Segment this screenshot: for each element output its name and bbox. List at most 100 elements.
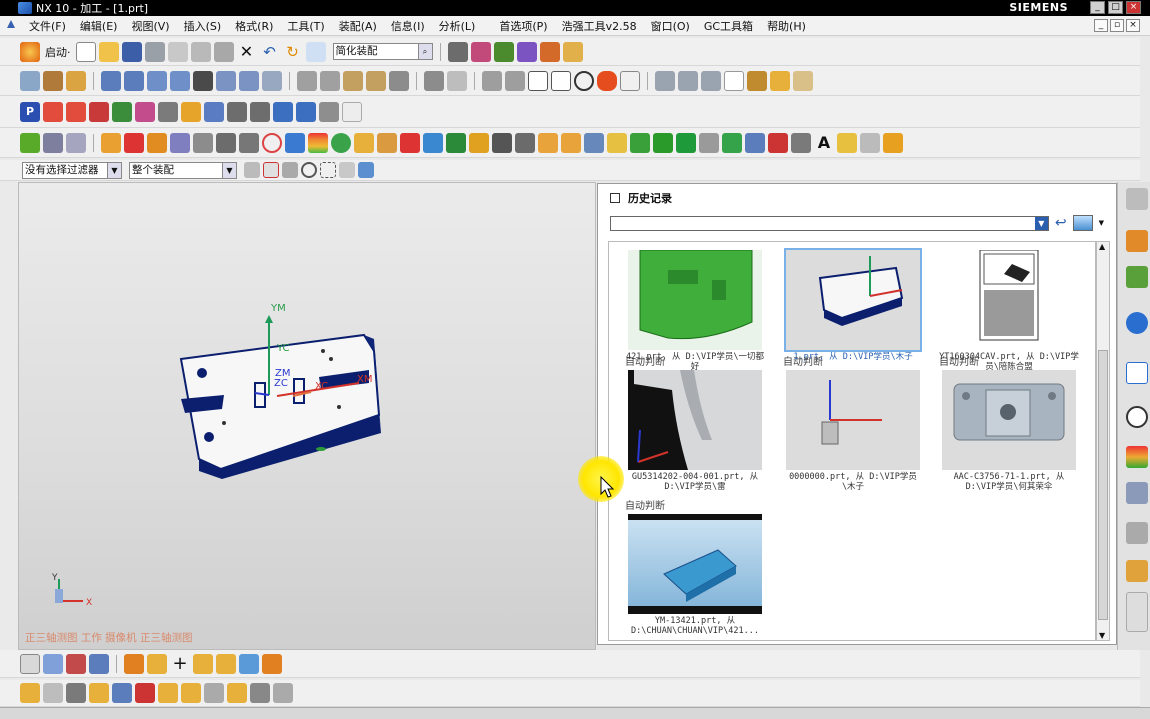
wave-icon[interactable] bbox=[470, 41, 491, 62]
curve-icon[interactable] bbox=[342, 101, 362, 122]
trim-icon[interactable] bbox=[469, 132, 489, 153]
open-folder-icon[interactable] bbox=[98, 41, 119, 62]
table-icon[interactable] bbox=[89, 101, 109, 122]
cavity-mill-icon[interactable] bbox=[66, 683, 86, 703]
sequence-icon[interactable] bbox=[320, 70, 340, 91]
history-item[interactable]: 自动判断 GU5314202-004-001.prt, 从 D:\VIP学员\雷 bbox=[625, 356, 765, 492]
green-rect-icon[interactable] bbox=[676, 132, 696, 153]
clearance-icon[interactable] bbox=[366, 70, 386, 91]
menu-help[interactable]: 帮助(H) bbox=[760, 18, 813, 34]
gate-icon[interactable] bbox=[262, 132, 282, 153]
menu-format[interactable]: 格式(R) bbox=[228, 18, 280, 34]
system-materials-icon[interactable] bbox=[1126, 522, 1148, 544]
general-selection-icon[interactable] bbox=[244, 162, 260, 178]
circle-icon[interactable] bbox=[574, 70, 594, 91]
search-icon[interactable]: ⌕ bbox=[417, 44, 432, 59]
maximize-button[interactable]: □ bbox=[1108, 1, 1123, 14]
back-arrow-icon[interactable]: ↩ bbox=[1055, 215, 1067, 231]
check-icon[interactable] bbox=[20, 132, 40, 153]
palette-icon[interactable] bbox=[1126, 446, 1148, 468]
gear-icon[interactable] bbox=[1126, 188, 1148, 210]
resource-scroll-icon[interactable] bbox=[1126, 592, 1148, 632]
fast-forward-icon[interactable] bbox=[701, 70, 721, 91]
pattern-icon[interactable] bbox=[170, 70, 190, 91]
tool-icon[interactable] bbox=[607, 132, 627, 153]
graphics-window[interactable]: YM YC XC ZM ZC XM Y X 正三轴测图 工作 摄像机 正三轴测图 bbox=[18, 182, 596, 650]
explode-icon[interactable] bbox=[193, 70, 213, 91]
cut-region-icon[interactable] bbox=[135, 683, 155, 703]
symbol-icon[interactable] bbox=[181, 101, 201, 122]
web-browser-icon[interactable] bbox=[1126, 560, 1148, 582]
assembly-navigator-icon[interactable] bbox=[20, 70, 40, 91]
hatch-icon[interactable] bbox=[528, 70, 548, 91]
object-icon[interactable] bbox=[227, 683, 247, 703]
step-icon[interactable] bbox=[678, 70, 698, 91]
save-icon[interactable] bbox=[121, 41, 142, 62]
chevron-down-icon[interactable]: ▼ bbox=[1099, 219, 1104, 227]
hole-icon[interactable] bbox=[561, 132, 581, 153]
type-filter-combo[interactable]: 没有选择过滤器 ▼ bbox=[22, 161, 122, 179]
tag-icon[interactable] bbox=[791, 132, 811, 153]
cut-icon[interactable] bbox=[167, 41, 188, 62]
assembly-navigator-tab-icon[interactable] bbox=[1126, 230, 1148, 252]
post-process-icon[interactable] bbox=[239, 653, 259, 674]
menu-haoqiang-tools[interactable]: 浩强工具v2.58 bbox=[555, 18, 644, 34]
transform-icon[interactable] bbox=[158, 683, 178, 703]
part-navigator-tab-icon[interactable] bbox=[1126, 266, 1148, 288]
edit-icon[interactable] bbox=[112, 683, 132, 703]
start-icon[interactable] bbox=[20, 41, 40, 62]
history-item[interactable]: 自动判断 AAC-C3756-71-1.prt, 从 D:\VIP学员\何其荣伞 bbox=[939, 356, 1079, 492]
model-view[interactable]: YM YC XC ZM ZC XM Y X bbox=[19, 183, 597, 651]
cavity-layout-icon[interactable] bbox=[170, 132, 190, 153]
shop-doc-icon[interactable] bbox=[262, 653, 282, 674]
add-component-icon[interactable] bbox=[43, 70, 63, 91]
block-icon[interactable] bbox=[204, 683, 224, 703]
green-cylinder-icon[interactable] bbox=[653, 132, 673, 153]
arrangement-icon[interactable] bbox=[424, 70, 444, 91]
chevron-down-icon[interactable]: ▼ bbox=[107, 162, 121, 178]
standard-part-icon[interactable] bbox=[216, 132, 236, 153]
datum-plane-icon[interactable] bbox=[250, 101, 270, 122]
snap-point-icon[interactable] bbox=[263, 162, 279, 178]
undo-icon[interactable]: ↶ bbox=[260, 42, 280, 62]
spray-icon[interactable] bbox=[584, 132, 604, 153]
history-item[interactable]: 421.prt, 从 D:\VIP学员\一切都好 bbox=[625, 242, 765, 372]
machine-tool-icon[interactable] bbox=[20, 683, 40, 703]
replace-component-icon[interactable] bbox=[239, 70, 259, 91]
close-button[interactable]: × bbox=[1126, 1, 1141, 14]
pmi-icon[interactable]: P bbox=[20, 101, 40, 122]
viewer-icon[interactable] bbox=[538, 132, 558, 153]
menu-assembly[interactable]: 装配(A) bbox=[332, 18, 384, 34]
history-checkbox[interactable] bbox=[610, 193, 620, 203]
menu-file[interactable]: 文件(F) bbox=[22, 18, 73, 34]
orient-icon[interactable] bbox=[89, 683, 109, 703]
create-method-icon[interactable] bbox=[66, 653, 86, 674]
cube-icon[interactable] bbox=[273, 683, 293, 703]
print-icon[interactable] bbox=[144, 41, 165, 62]
history-clock-icon[interactable] bbox=[1126, 406, 1148, 428]
shrinkage-icon[interactable] bbox=[124, 132, 144, 153]
command-finder-icon[interactable] bbox=[305, 41, 326, 62]
electrode-icon[interactable] bbox=[331, 132, 351, 153]
menu-edit[interactable]: 编辑(E) bbox=[73, 18, 125, 34]
new-component-icon[interactable] bbox=[66, 70, 86, 91]
generate-path-icon[interactable] bbox=[193, 653, 213, 674]
workpiece-icon[interactable] bbox=[147, 132, 167, 153]
history-item[interactable]: YT160304CAV.prt, 从 D:\VIP学员\陪陈合盟 bbox=[939, 242, 1079, 372]
menu-preferences[interactable]: 首选项(P) bbox=[492, 18, 554, 34]
kg-icon[interactable] bbox=[400, 132, 420, 153]
spline-icon[interactable] bbox=[597, 70, 617, 91]
feature-nav-icon[interactable] bbox=[43, 683, 63, 703]
view-mode-icon[interactable] bbox=[1072, 215, 1093, 231]
shaded-icon[interactable] bbox=[358, 162, 374, 178]
package-icon[interactable] bbox=[770, 70, 790, 91]
deselect-icon[interactable] bbox=[339, 162, 355, 178]
view-section-icon[interactable] bbox=[620, 70, 640, 91]
start-button[interactable]: 启动· bbox=[45, 44, 71, 60]
roles-icon[interactable] bbox=[1126, 482, 1148, 504]
display-icon[interactable] bbox=[250, 683, 270, 703]
part-model[interactable] bbox=[179, 333, 381, 479]
drafting-icon[interactable] bbox=[43, 101, 63, 122]
history-filter-combo[interactable]: ▼ bbox=[610, 215, 1049, 231]
project-init-icon[interactable] bbox=[66, 132, 86, 153]
